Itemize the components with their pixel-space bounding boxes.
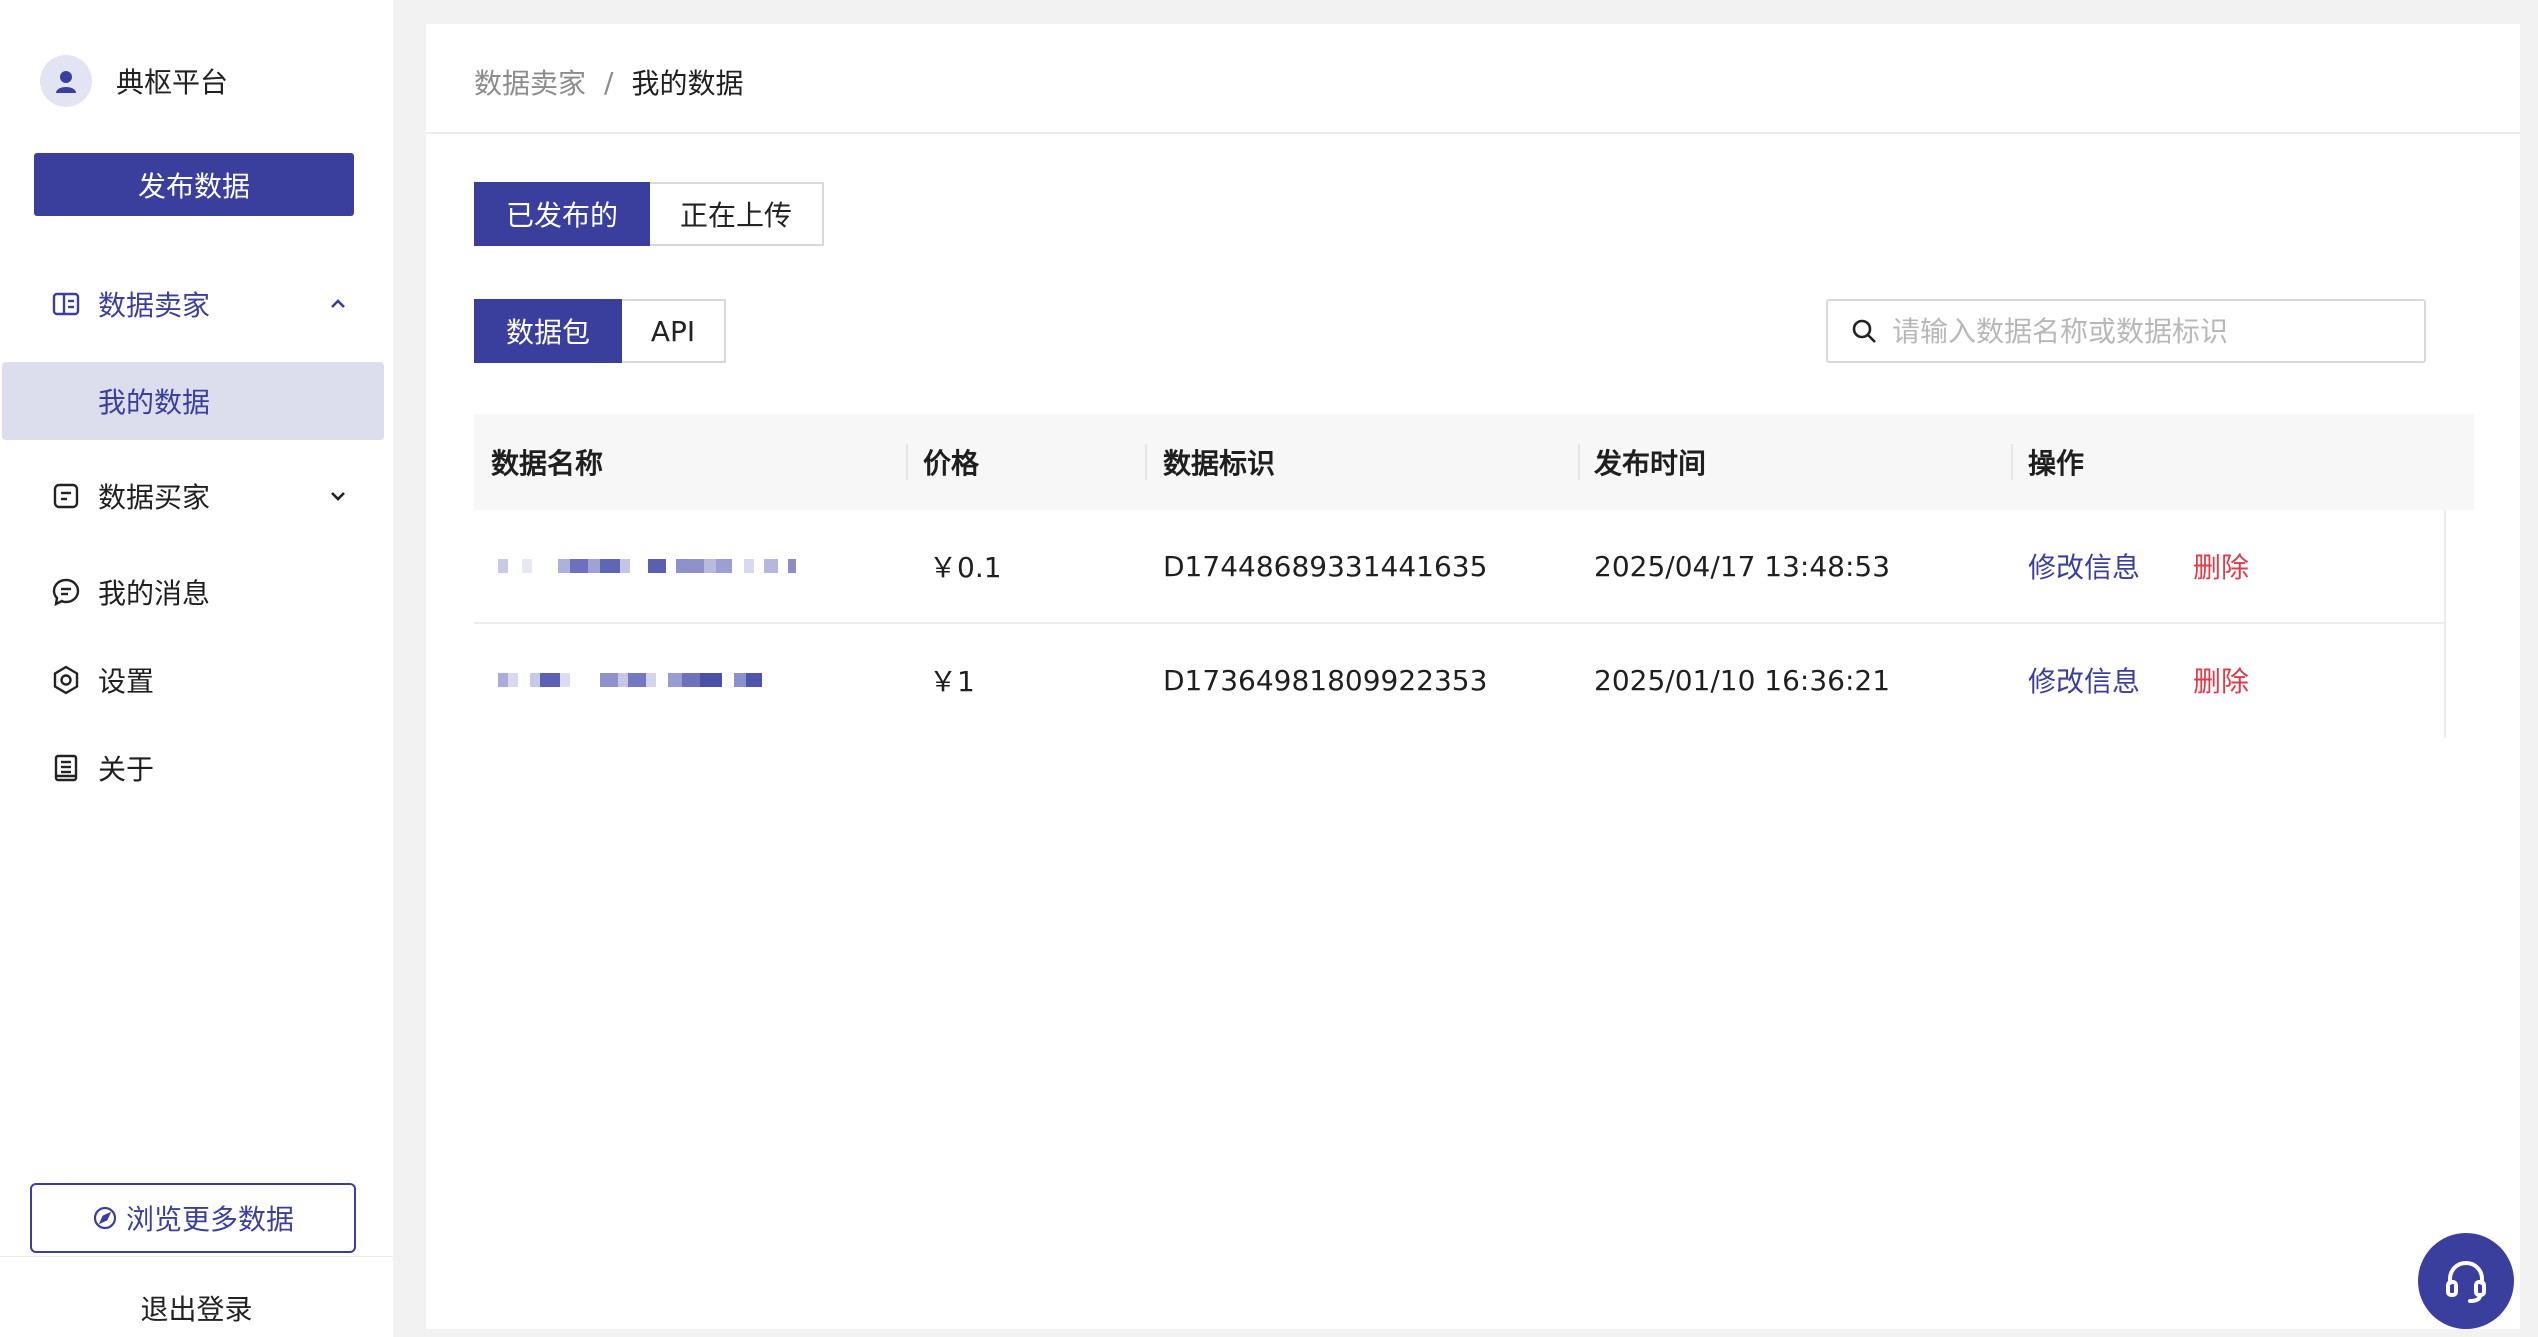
column-divider [2011,444,2013,480]
edit-info-link[interactable]: 修改信息 [2028,510,2140,622]
table-scrollbar[interactable] [2444,510,2476,738]
avatar[interactable] [40,55,92,107]
headset-icon [2446,1260,2486,1303]
search-box [1826,299,2426,363]
price-cell: ￥0.1 [929,551,1002,584]
data-name-cell-blurred[interactable] [498,510,796,622]
chevron-down-icon[interactable] [326,484,350,508]
about-icon [48,750,84,786]
edit-info-link[interactable]: 修改信息 [2028,624,2140,736]
sidebar-item-buyer[interactable]: 数据买家 [0,478,393,514]
user-icon [56,71,76,93]
column-header-actions: 操作 [2028,447,2085,480]
chevron-up-icon[interactable] [326,292,350,316]
message-icon [48,574,84,610]
search-icon [1850,317,1878,345]
publish-time-cell: 2025/01/10 16:36:21 [1594,663,1891,697]
column-header-id: 数据标识 [1163,447,1276,480]
seller-icon [48,286,84,322]
buyer-icon [48,478,84,514]
column-divider [1145,444,1147,480]
divider [0,1256,393,1257]
table-header: 数据名称 价格 数据标识 发布时间 操作 [474,414,2474,510]
settings-icon [48,662,84,698]
type-tabs: 数据包 API [474,299,726,363]
sidebar-item-about[interactable]: 关于 [0,750,393,786]
sidebar-item-settings[interactable]: 设置 [0,662,393,698]
main-panel: 数据卖家 / 我的数据 已发布的 正在上传 数据包 API 数据名称 价格 数据… [426,24,2520,1329]
sidebar-item-seller[interactable]: 数据卖家 [0,286,393,322]
tab-published[interactable]: 已发布的 [474,182,650,246]
data-table: 数据名称 价格 数据标识 发布时间 操作 ￥0.1 D1744868933144… [474,414,2476,738]
column-divider [1578,444,1580,480]
tab-uploading[interactable]: 正在上传 [650,182,824,246]
publish-data-button[interactable]: 发布数据 [34,153,354,216]
delete-link[interactable]: 删除 [2193,624,2249,736]
data-id-cell: D17364981809922353 [1163,663,1488,697]
data-id-cell: D17448689331441635 [1163,549,1488,583]
breadcrumb-current: 我的数据 [631,67,744,100]
table-row: ￥1 D17364981809922353 2025/01/10 16:36:2… [474,624,2474,736]
sidebar-item-label: 设置 [98,665,155,698]
table-row: ￥0.1 D17448689331441635 2025/04/17 13:48… [474,510,2474,624]
column-header-time: 发布时间 [1594,447,1707,480]
column-header-name: 数据名称 [491,447,604,480]
breadcrumb: 数据卖家 / 我的数据 [474,62,743,102]
column-header-price: 价格 [923,447,980,480]
logout-link[interactable]: 退出登录 [0,1288,393,1328]
customer-support-button[interactable] [2418,1233,2514,1329]
sidebar-item-messages[interactable]: 我的消息 [0,574,393,610]
redacted-name [498,559,796,573]
breadcrumb-separator: / [604,65,614,99]
column-divider [906,444,908,480]
brand: 典枢平台 [40,55,228,107]
price-cell: ￥1 [929,665,975,698]
publish-time-cell: 2025/04/17 13:48:53 [1594,549,1891,583]
brand-name: 典枢平台 [116,66,229,99]
sidebar: 典枢平台 发布数据 数据卖家 我的数据 数据买家 我的消息 设置 关于 浏览更多… [0,0,393,1337]
tab-api[interactable]: API [622,299,726,363]
browse-more-data-button[interactable]: 浏览更多数据 [30,1183,356,1253]
status-tabs: 已发布的 正在上传 [474,182,824,246]
compass-icon [92,1205,118,1231]
tab-data-package[interactable]: 数据包 [474,299,622,363]
sidebar-item-label: 我的消息 [98,577,211,610]
browse-more-data-label: 浏览更多数据 [125,1203,294,1236]
breadcrumb-parent[interactable]: 数据卖家 [474,62,586,102]
sidebar-item-label: 关于 [98,753,155,786]
delete-link[interactable]: 删除 [2193,510,2249,622]
redacted-name [498,673,762,687]
sidebar-item-label: 数据卖家 [98,289,211,322]
search-input[interactable] [1890,313,2414,349]
sidebar-item-label: 数据买家 [98,481,211,514]
sidebar-subitem-label: 我的数据 [98,386,211,419]
sidebar-subitem-my-data[interactable]: 我的数据 [2,362,384,440]
header-divider [426,132,2520,134]
data-name-cell-blurred[interactable] [498,624,762,736]
